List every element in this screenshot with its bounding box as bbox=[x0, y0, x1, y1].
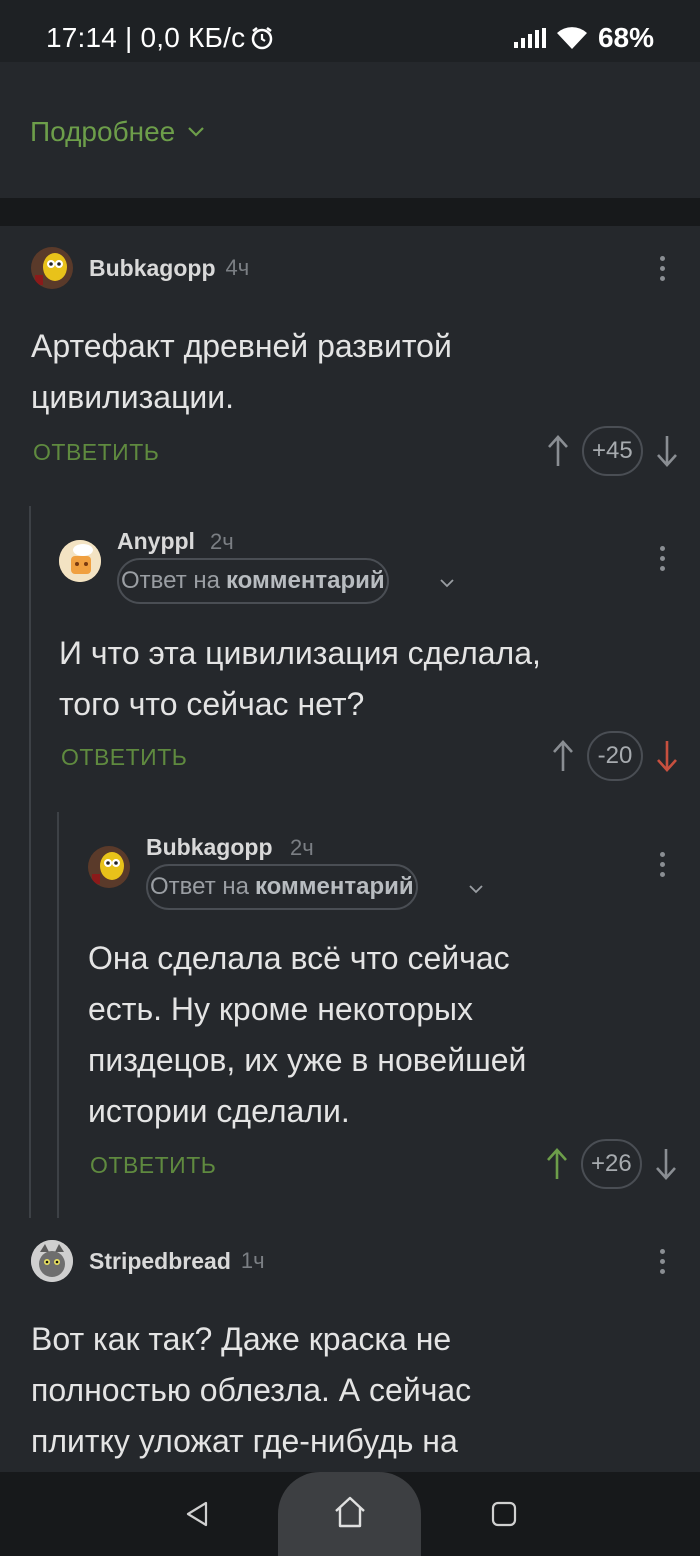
vote-controls: -20 bbox=[551, 731, 679, 781]
more-options-icon[interactable] bbox=[658, 852, 666, 877]
reply-to-target: комментарий bbox=[225, 567, 385, 594]
comment-text-line: полностью облезла. А сейчас bbox=[31, 1372, 472, 1408]
comment-text-line: того что сейчас нет? bbox=[59, 686, 365, 722]
comment-header: Stripedbread 1ч bbox=[31, 1240, 265, 1282]
upvote-icon[interactable] bbox=[545, 1147, 569, 1181]
downvote-icon[interactable] bbox=[655, 434, 679, 468]
comment-time: 4ч bbox=[225, 255, 250, 280]
comment-header: Bubkagopp 4ч bbox=[31, 247, 249, 289]
more-label: Подробнее bbox=[30, 116, 176, 147]
avatar[interactable] bbox=[59, 540, 101, 582]
avatar[interactable] bbox=[31, 247, 73, 289]
avatar[interactable] bbox=[31, 1240, 73, 1282]
comment-author[interactable]: Stripedbread bbox=[89, 1248, 231, 1275]
reply-to-chip[interactable]: Ответ на комментарий bbox=[146, 864, 418, 910]
status-right: 68% bbox=[513, 22, 654, 54]
comment-text: И что эта цивилизация сделала, того что … bbox=[59, 628, 689, 730]
comment-text-line: Артефакт древней развитой bbox=[31, 328, 452, 364]
comment: Bubkagopp 4ч Артефакт древней развитой ц… bbox=[0, 226, 700, 496]
comment-author[interactable]: Bubkagopp bbox=[89, 255, 216, 282]
avatar[interactable] bbox=[88, 846, 130, 888]
comment-text-line: Она сделала всё что сейчас bbox=[88, 940, 510, 976]
alarm-icon bbox=[252, 27, 273, 50]
home-button[interactable] bbox=[278, 1472, 421, 1556]
home-icon bbox=[335, 1496, 365, 1528]
back-icon[interactable] bbox=[184, 1500, 210, 1528]
reply-to-chip[interactable]: Ответ на комментарий bbox=[117, 558, 389, 604]
reply-to-prefix: Ответ на bbox=[121, 567, 220, 594]
comment-text-line: цивилизации. bbox=[31, 379, 235, 415]
comment-text: Артефакт древней развитой цивилизации. bbox=[31, 321, 671, 423]
downvote-icon[interactable] bbox=[655, 739, 679, 773]
signal-icon bbox=[513, 28, 546, 48]
comment-text-line: истории сделали. bbox=[88, 1093, 350, 1129]
comment-text-line: пиздецов, их уже в новейшей bbox=[88, 1042, 527, 1078]
reply-to-target: комментарий bbox=[254, 873, 414, 900]
comment-text-line: И что эта цивилизация сделала, bbox=[59, 635, 541, 671]
reply-button[interactable]: ОТВЕТИТЬ bbox=[61, 744, 187, 771]
comment-time: 2ч bbox=[290, 835, 314, 860]
downvote-icon[interactable] bbox=[654, 1147, 678, 1181]
more-button[interactable]: Подробнее bbox=[30, 116, 205, 148]
wifi-icon bbox=[556, 27, 587, 49]
recents-icon[interactable] bbox=[491, 1501, 517, 1527]
post-footer: Подробнее bbox=[0, 62, 700, 198]
status-time-speed: 17:14 | 0,0 КБ/с bbox=[46, 22, 246, 53]
status-bar: 17:14 | 0,0 КБ/с 68% bbox=[0, 0, 700, 62]
reply-to-prefix: Ответ на bbox=[150, 873, 249, 900]
comment-author[interactable]: Bubkagopp bbox=[146, 834, 273, 861]
system-nav-bar bbox=[0, 1472, 700, 1556]
more-options-icon[interactable] bbox=[658, 256, 666, 281]
vote-controls: +26 bbox=[545, 1139, 678, 1189]
comment-score: +26 bbox=[581, 1139, 642, 1189]
comment-time: 2ч bbox=[210, 529, 234, 554]
comment-score: +45 bbox=[582, 426, 643, 476]
comment-text-line: есть. Ну кроме некоторых bbox=[88, 991, 473, 1027]
comment-author[interactable]: Anyppl bbox=[117, 528, 195, 555]
upvote-icon[interactable] bbox=[551, 739, 575, 773]
comment-text-line: Вот как так? Даже краска не bbox=[31, 1321, 452, 1357]
vote-controls: +45 bbox=[546, 426, 679, 476]
comment-reply: Anyppl 2ч Ответ на комментарий И что эта… bbox=[0, 516, 700, 806]
battery-level: 68% bbox=[597, 22, 654, 53]
reply-button[interactable]: ОТВЕТИТЬ bbox=[90, 1152, 216, 1179]
comment-text-line: плитку уложат где-нибудь на bbox=[31, 1423, 458, 1459]
comment-reply: Bubkagopp 2ч Ответ на комментарий Она сд… bbox=[0, 822, 700, 1222]
reply-button[interactable]: ОТВЕТИТЬ bbox=[33, 439, 159, 466]
more-options-icon[interactable] bbox=[658, 546, 666, 571]
chevron-down-icon bbox=[188, 127, 204, 137]
comment-score: -20 bbox=[587, 731, 643, 781]
comment-text: Вот как так? Даже краска не полностью об… bbox=[31, 1314, 671, 1467]
comment-time: 1ч bbox=[240, 1248, 265, 1273]
chevron-down-icon[interactable] bbox=[440, 578, 454, 588]
comment-text: Она сделала всё что сейчас есть. Ну кром… bbox=[88, 933, 688, 1137]
more-options-icon[interactable] bbox=[658, 1249, 666, 1274]
upvote-icon[interactable] bbox=[546, 434, 570, 468]
comment-header bbox=[59, 540, 101, 582]
comments-feed: Bubkagopp 4ч Артефакт древней развитой ц… bbox=[0, 226, 700, 1472]
comment-header bbox=[88, 846, 130, 888]
section-divider bbox=[0, 198, 700, 226]
comment: Stripedbread 1ч Вот как так? Даже краска… bbox=[0, 1236, 700, 1472]
status-left: 17:14 | 0,0 КБ/с bbox=[46, 22, 275, 54]
chevron-down-icon[interactable] bbox=[469, 884, 483, 894]
